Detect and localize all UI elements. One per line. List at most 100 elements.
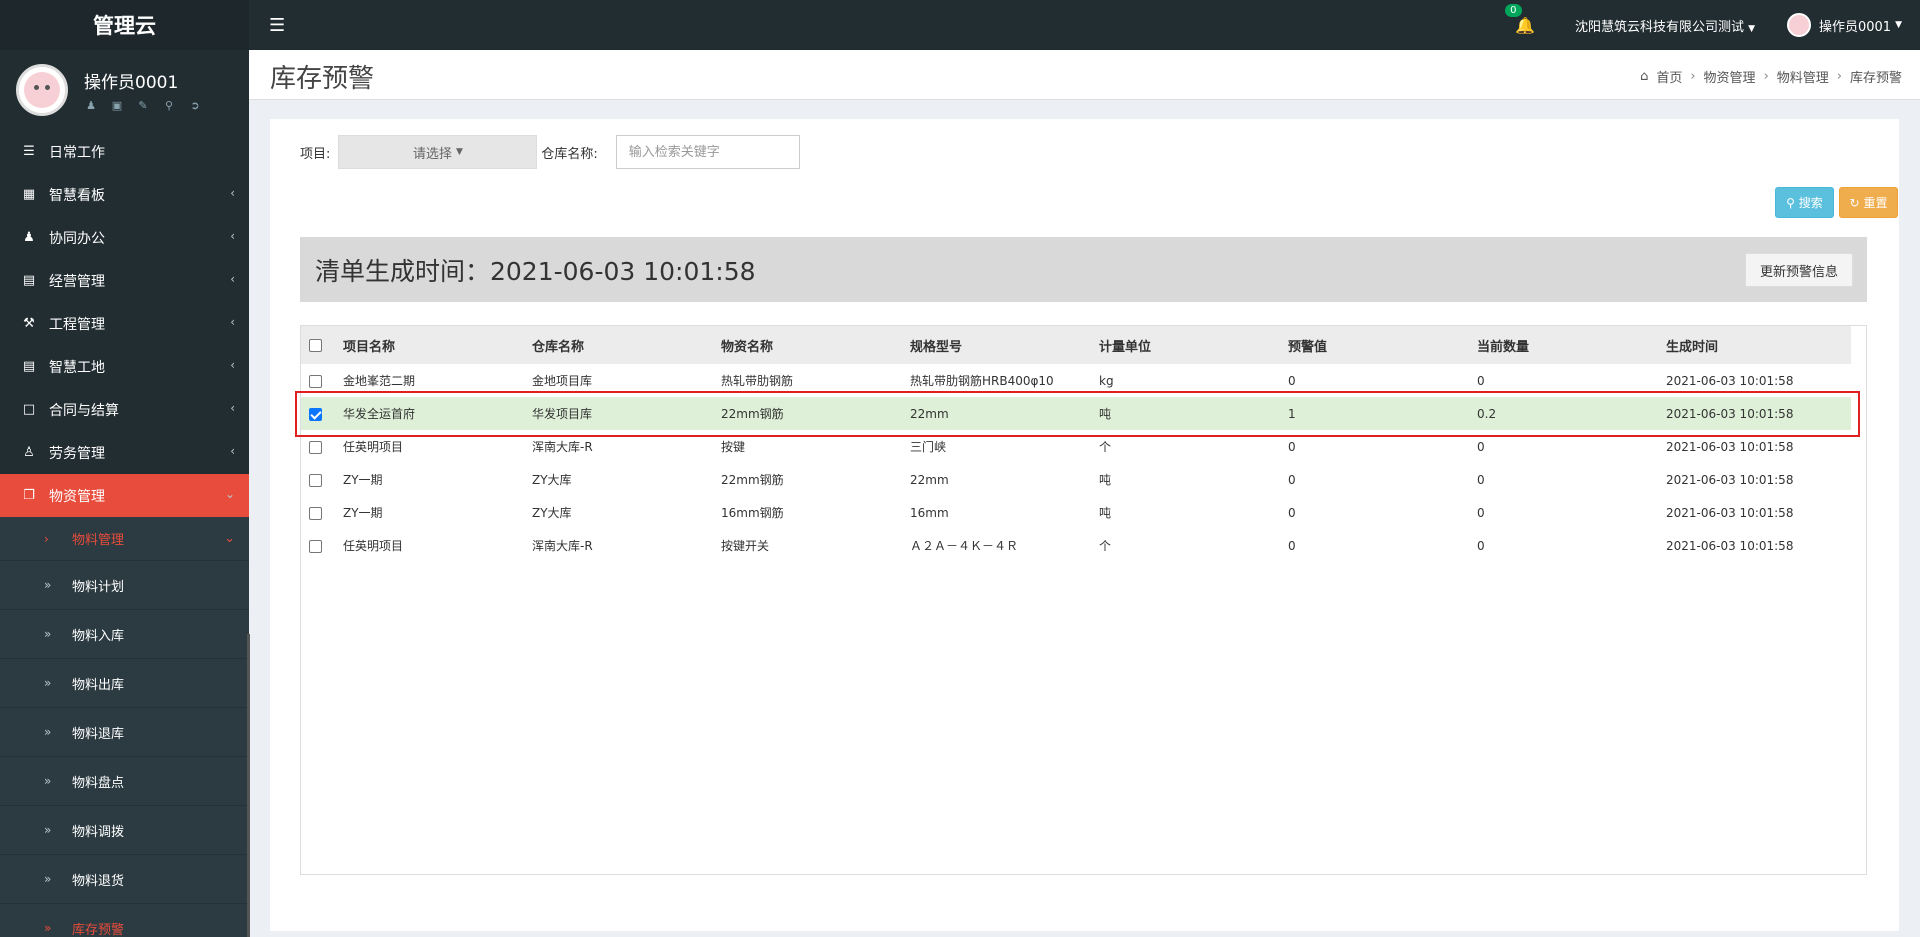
id-card-icon[interactable]: ▣ (110, 99, 124, 112)
warning-table: 项目名称 仓库名称 物资名称 规格型号 计量单位 预警值 当前数量 生成时间 金… (301, 326, 1851, 562)
double-chevron-icon: » (44, 578, 52, 592)
file-icon: □ (22, 402, 36, 417)
breadcrumb-sep-icon: › (1763, 69, 1769, 84)
sub-item-material-inventory[interactable]: » 物料盘点 (0, 757, 249, 806)
sidebar-item-collab-office[interactable]: ♟ 协同办公 ‹ (0, 216, 249, 259)
avatar (1786, 13, 1811, 37)
sub-item-material-transfer[interactable]: » 物料调拨 (0, 806, 249, 855)
table-cell: 金地峯范二期 (343, 374, 416, 388)
sidebar-item-labor[interactable]: ♙ 劳务管理 ‹ (0, 431, 249, 474)
table-row[interactable]: 金地峯范二期 金地项目库 热轧带肋钢筋 热轧带肋钢筋HRB400φ10 kg 0 0 2021… (301, 364, 1851, 397)
table-row[interactable]: 任英明项目 浑南大库-R 按键开关 Ａ２Ａ－４Ｋ－４Ｒ 个 0 0 2021-06-03 10… (301, 529, 1851, 562)
sidebar-item-business[interactable]: ▤ 经营管理 ‹ (0, 259, 249, 302)
company-dropdown[interactable]: 沈阳慧筑云科技有限公司测试 ▼ (1575, 16, 1755, 35)
update-warning-button[interactable]: 更新预警信息 (1744, 253, 1853, 287)
warning-table-container: 项目名称 仓库名称 物资名称 规格型号 计量单位 预警值 当前数量 生成时间 金… (300, 325, 1867, 875)
user-dropdown[interactable]: 操作员0001 ▼ (1786, 13, 1902, 37)
table-cell: 22mm钢筋 (721, 397, 910, 430)
hammer-icon: ⚒ (23, 316, 35, 331)
table-cell: 金地项目库 (532, 374, 593, 388)
row-checkbox[interactable] (309, 374, 322, 388)
sub-item-material-outbound[interactable]: » 物料出库 (0, 659, 249, 708)
breadcrumb-material-management[interactable]: 物料管理 (1777, 67, 1829, 86)
generation-time: 清单生成时间：2021-06-03 10:01:58 (315, 256, 756, 286)
breadcrumb-sep-icon: › (1690, 69, 1696, 84)
table-cell: 0 (1477, 373, 1485, 388)
monitor-icon: ▤ (22, 359, 36, 374)
table-cell: 0 (1288, 439, 1296, 454)
table-cell: 个 (1099, 440, 1112, 454)
project-select[interactable]: 请选择 ▼ (338, 135, 538, 169)
table-cell: 16mm钢筋 (721, 506, 784, 520)
warehouse-label: 仓库名称: (541, 146, 598, 162)
sidebar-scrollbar[interactable] (247, 634, 250, 937)
breadcrumb-materials[interactable]: 物资管理 (1704, 67, 1756, 86)
column-header[interactable]: 预警值 (1288, 326, 1477, 364)
sub-item-material-management[interactable]: › 物料管理 ⌄ (0, 517, 249, 561)
table-cell: ZY一期 (343, 473, 383, 487)
sidebar-item-materials[interactable]: ❐ 物资管理 ⌄ (0, 474, 249, 517)
breadcrumb-home[interactable]: 首页 (1656, 67, 1682, 86)
row-checkbox[interactable] (309, 440, 322, 454)
sub-item-material-inbound[interactable]: » 物料入库 (0, 610, 249, 659)
warehouse-input[interactable] (615, 135, 800, 169)
table-row[interactable]: 任英明项目 浑南大库-R 按键 三门峡 个 0 0 2021-06-03 10:01:58 (301, 430, 1851, 463)
chevron-right-icon: › (44, 531, 49, 546)
row-checkbox[interactable] (309, 473, 322, 487)
column-header[interactable]: 物资名称 (721, 326, 910, 364)
sidebar-item-daily-work[interactable]: ☰ 日常工作 (0, 130, 249, 173)
table-cell: 热轧带肋钢筋 (721, 374, 794, 388)
row-checkbox[interactable] (309, 407, 322, 421)
row-checkbox[interactable] (309, 506, 322, 520)
table-row[interactable]: ZY一期 ZY大库 16mm钢筋 16mm 吨 0 0 2021-06-03 10:01:58 (301, 496, 1851, 529)
generation-time-bar: 清单生成时间：2021-06-03 10:01:58 更新预警信息 (300, 237, 1867, 302)
table-cell: 2021-06-03 10:01:58 (1666, 505, 1794, 520)
row-checkbox[interactable] (309, 539, 322, 553)
sidebar-item-engineering[interactable]: ⚒ 工程管理 ‹ (0, 302, 249, 345)
table-cell: 吨 (1099, 473, 1112, 487)
sidebar-item-smart-board[interactable]: ▦ 智慧看板 ‹ (0, 173, 249, 216)
table-cell: 任英明项目 (343, 440, 404, 454)
materials-submenu: › 物料管理 ⌄ » 物料计划 » 物料入库 » 物料出库 » 物料退库 » 物料盘点 » 物料… (0, 517, 249, 937)
edit-icon[interactable]: ✎ (136, 99, 150, 112)
logout-icon[interactable]: ➲ (188, 99, 202, 112)
column-header[interactable]: 仓库名称 (532, 326, 721, 364)
column-header[interactable]: 生成时间 (1666, 326, 1851, 364)
sidebar-item-smart-site[interactable]: ▤ 智慧工地 ‹ (0, 345, 249, 388)
dashboard-icon: ▦ (22, 187, 36, 202)
notification-bell[interactable]: 🔔 0 (1505, 3, 1535, 35)
table-row[interactable]: 华发全运首府 华发项目库 22mm钢筋 22mm 吨 1 0.2 2021-06-03 10:… (301, 397, 1851, 430)
refresh-icon: ↻ (1849, 195, 1860, 210)
user-icon[interactable]: ♟ (84, 99, 98, 112)
sub-item-material-return-stock[interactable]: » 物料退库 (0, 708, 249, 757)
select-all-checkbox[interactable] (309, 338, 322, 352)
chevron-left-icon: ‹ (230, 315, 235, 329)
menu-toggle-icon[interactable]: ☰ (269, 15, 309, 36)
column-header[interactable]: 计量单位 (1099, 326, 1288, 364)
table-cell: 0 (1288, 373, 1296, 388)
double-chevron-icon: » (44, 921, 52, 935)
table-cell: ZY大库 (532, 506, 572, 520)
table-cell: 22mm (910, 397, 1099, 430)
key-icon[interactable]: ⚲ (162, 99, 176, 112)
table-cell: ZY一期 (343, 506, 383, 520)
column-header[interactable]: 当前数量 (1477, 326, 1666, 364)
table-cell: 0 (1477, 472, 1485, 487)
column-header[interactable]: 项目名称 (343, 326, 532, 364)
sub-item-material-return-goods[interactable]: » 物料退货 (0, 855, 249, 904)
table-cell: 22mm钢筋 (721, 473, 784, 487)
sub-item-stock-warning[interactable]: » 库存预警 (0, 904, 249, 937)
reset-button[interactable]: ↻ 重置 (1839, 187, 1898, 218)
project-label: 项目: (300, 146, 331, 162)
cube-icon: ❐ (23, 488, 35, 503)
caret-down-icon: ▼ (1748, 23, 1755, 34)
app-logo[interactable]: 管理云 (0, 0, 249, 50)
table-cell: 浑南大库-R (532, 539, 593, 553)
table-row[interactable]: ZY一期 ZY大库 22mm钢筋 22mm 吨 0 0 2021-06-03 10:01:58 (301, 463, 1851, 496)
sub-item-material-plan[interactable]: » 物料计划 (0, 561, 249, 610)
sidebar-item-contract[interactable]: □ 合同与结算 ‹ (0, 388, 249, 431)
search-button[interactable]: ⚲ 搜索 (1775, 187, 1834, 218)
table-cell: 浑南大库-R (532, 440, 593, 454)
column-header[interactable]: 规格型号 (910, 326, 1099, 364)
table-cell: 0 (1477, 505, 1485, 520)
